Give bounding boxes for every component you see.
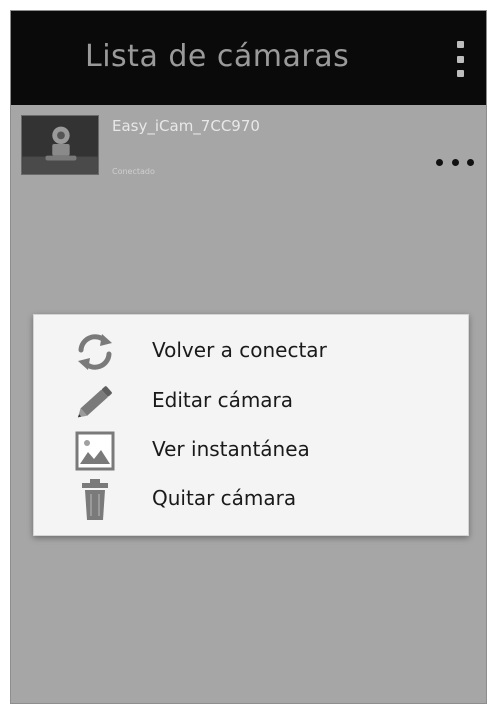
camera-thumbnail-image bbox=[22, 116, 98, 174]
vertical-dots-icon[interactable] bbox=[448, 37, 472, 81]
camera-thumbnail bbox=[21, 115, 99, 175]
camera-name: Easy_iCam_7CC970 bbox=[112, 117, 260, 135]
menu-dot bbox=[456, 55, 464, 63]
action-bar: Lista de cámaras bbox=[11, 11, 486, 105]
more-dot bbox=[467, 158, 474, 166]
menu-dot bbox=[456, 70, 464, 77]
menu-item-label: Volver a conectar bbox=[152, 338, 327, 362]
menu-item-edit-camera[interactable]: Editar cámara bbox=[34, 377, 468, 425]
menu-item-view-snapshot[interactable]: Ver instantánea bbox=[34, 426, 468, 474]
pencil-icon bbox=[72, 381, 118, 423]
menu-item-label: Ver instantánea bbox=[152, 437, 310, 461]
context-menu-dialog: Volver a conectar Editar cámara Ver inst… bbox=[33, 314, 469, 536]
trash-icon bbox=[72, 479, 118, 521]
image-icon bbox=[72, 430, 118, 472]
more-dot bbox=[451, 158, 459, 166]
app-screen: Lista de cámaras Easy_iCam_7CC970 Conect… bbox=[10, 10, 487, 704]
list-item-camera[interactable]: Easy_iCam_7CC970 Conectado bbox=[11, 105, 486, 191]
horizontal-dots-icon[interactable] bbox=[436, 155, 474, 169]
more-dot bbox=[436, 158, 443, 166]
camera-status: Conectado bbox=[112, 167, 155, 176]
menu-item-remove-camera[interactable]: Quitar cámara bbox=[34, 475, 468, 523]
menu-item-reconnect[interactable]: Volver a conectar bbox=[34, 327, 468, 375]
menu-item-label: Quitar cámara bbox=[152, 486, 297, 510]
menu-item-label: Editar cámara bbox=[152, 388, 294, 412]
refresh-icon bbox=[72, 331, 118, 373]
page-title: Lista de cámaras bbox=[85, 39, 350, 74]
menu-dot bbox=[456, 41, 464, 48]
